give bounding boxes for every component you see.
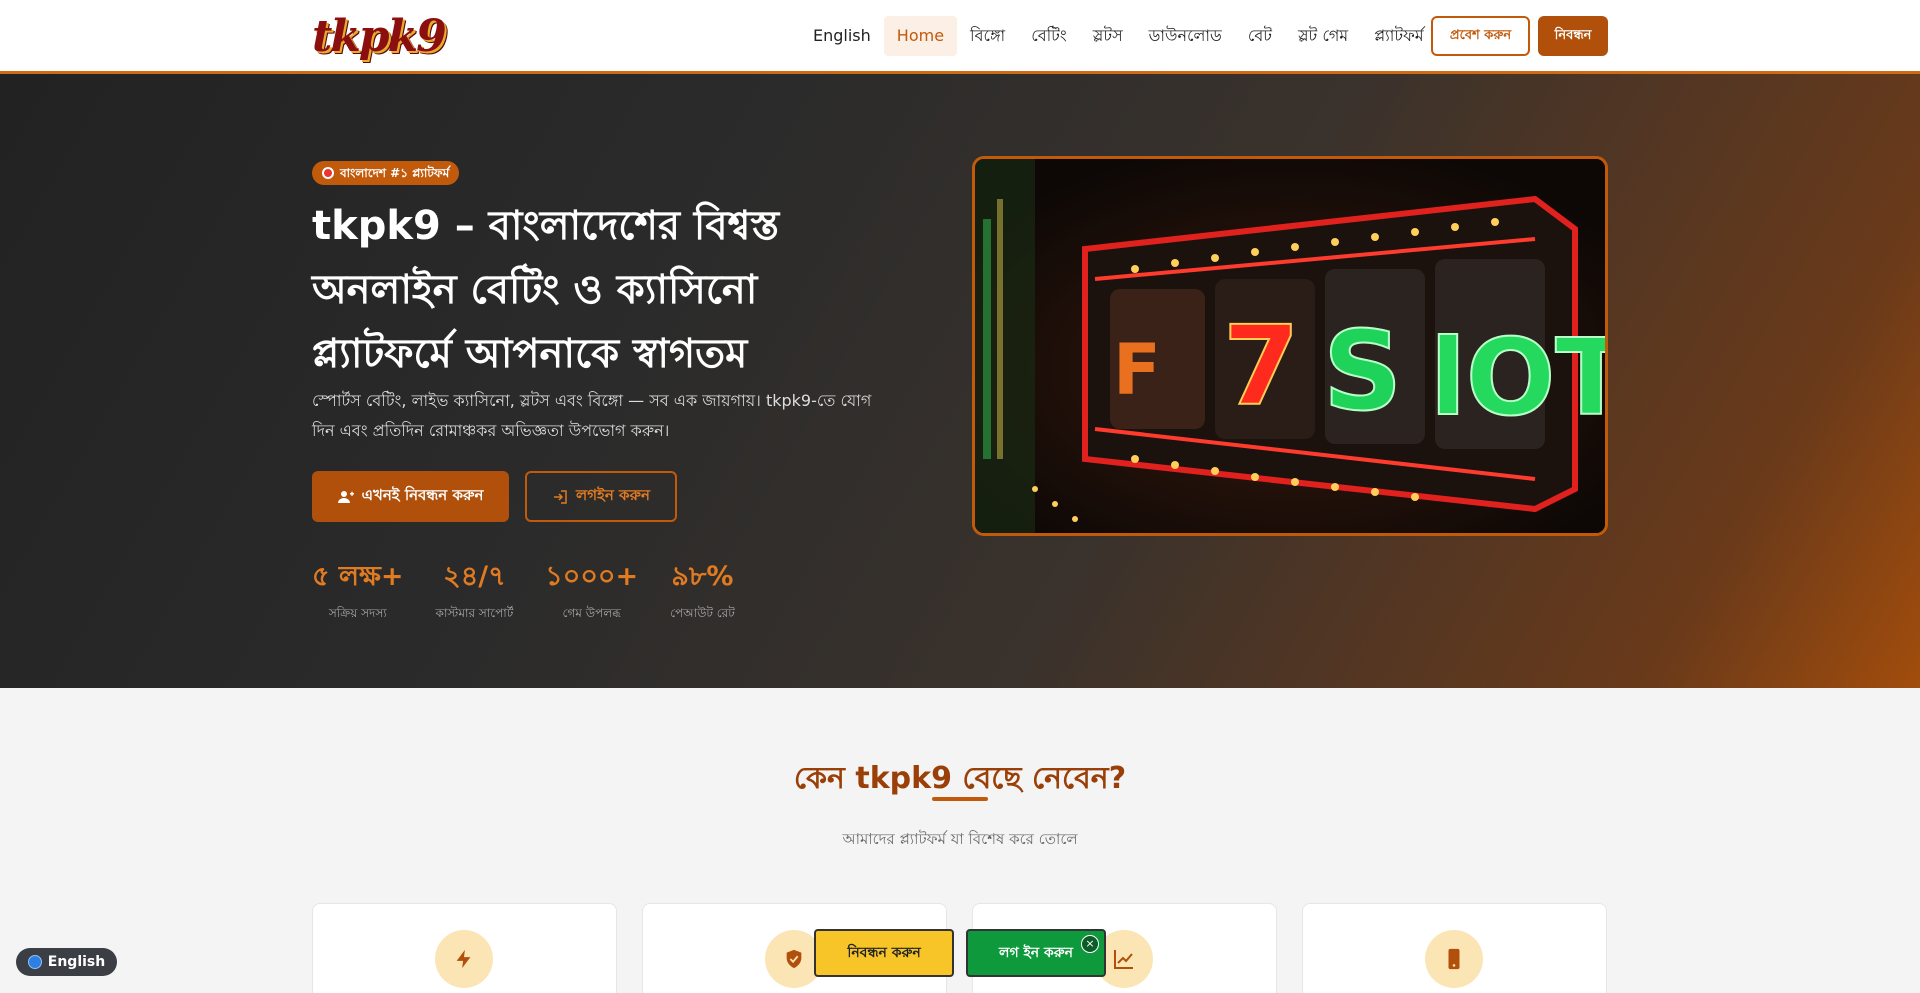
stat-games: ১০০০+ গেম উপলব্ধ bbox=[545, 559, 638, 625]
mobile-icon bbox=[1425, 930, 1483, 988]
nav-item-betting[interactable]: বেটিং bbox=[1018, 16, 1080, 56]
nav-item-slots[interactable]: স্লটস bbox=[1080, 16, 1136, 56]
stat-value: ২৪/৭ bbox=[443, 561, 506, 592]
stat-members: ৫ লক্ষ+ সক্রিয় সদস্য bbox=[312, 559, 404, 625]
hero-badge: বাংলাদেশ #১ প্ল্যাটফর্ম bbox=[312, 161, 460, 185]
nav-item-slot-game[interactable]: স্লট গেম bbox=[1285, 16, 1361, 56]
feature-card bbox=[312, 903, 617, 993]
section-subtitle: আমাদের প্ল্যাটফর্ম যা বিশেষ করে তোলে bbox=[842, 830, 1078, 848]
nav-item-english[interactable]: English bbox=[800, 16, 884, 56]
language-label: English bbox=[47, 954, 106, 970]
bolt-icon bbox=[435, 930, 493, 988]
nav-item-bingo[interactable]: বিঙ্গো bbox=[957, 16, 1018, 56]
flag-icon bbox=[322, 167, 334, 179]
nav-item-download[interactable]: ডাউনলোড bbox=[1136, 16, 1235, 56]
hero-section: বাংলাদেশ #১ প্ল্যাটফর্ম tkpk9 – বাংলাদেশ… bbox=[0, 74, 1920, 688]
globe-icon bbox=[27, 955, 42, 969]
hero-login-button[interactable]: লগইন করুন bbox=[525, 471, 677, 522]
stat-payout: ৯৮% পেআউট রেট bbox=[670, 559, 735, 625]
site-header: tkpk9 English Home বিঙ্গো বেটিং স্লটস ডা… bbox=[0, 0, 1920, 74]
logo-text: tkpk9 bbox=[312, 10, 447, 62]
hero-stats: ৫ লক্ষ+ সক্রিয় সদস্য ২৪/৭ কাস্টমার সাপো… bbox=[312, 559, 735, 625]
site-logo[interactable]: tkpk9 bbox=[312, 10, 447, 62]
stat-value: ১০০০+ bbox=[545, 561, 639, 592]
language-switcher[interactable]: English bbox=[16, 948, 117, 976]
slot-machine-image: F 7 S lOT bbox=[972, 156, 1608, 536]
stat-label: সক্রিয় সদস্য bbox=[328, 606, 387, 620]
stat-label: পেআউট রেট bbox=[670, 606, 735, 620]
header-register-button[interactable]: নিবন্ধন bbox=[1538, 16, 1608, 56]
close-icon[interactable]: × bbox=[1081, 935, 1099, 953]
hero-title: tkpk9 – বাংলাদেশের বিশ্বস্ত অনলাইন বেটিং… bbox=[312, 203, 780, 377]
image-text-seven: 7 bbox=[1223, 302, 1300, 430]
stat-label: কাস্টমার সাপোর্ট bbox=[435, 606, 514, 620]
user-plus-icon bbox=[337, 490, 354, 503]
stat-support: ২৪/৭ কাস্টমার সাপোর্ট bbox=[436, 559, 514, 625]
slot-machine-illustration: F 7 S lOT bbox=[975, 159, 1608, 533]
main-nav: English Home বিঙ্গো বেটিং স্লটস ডাউনলোড … bbox=[800, 16, 1437, 56]
stat-value: ৯৮% bbox=[671, 561, 734, 592]
section-underline bbox=[932, 797, 988, 801]
stat-value: ৫ লক্ষ+ bbox=[312, 561, 404, 592]
nav-item-bet[interactable]: বেট bbox=[1235, 16, 1285, 56]
svg-text:F: F bbox=[1113, 329, 1161, 411]
nav-item-platform[interactable]: প্ল্যাটফর্ম bbox=[1361, 16, 1437, 56]
hero-register-label: এখনই নিবন্ধন করুন bbox=[361, 486, 484, 504]
hero-login-label: লগইন করুন bbox=[576, 486, 650, 504]
hero-badge-label: বাংলাদেশ #১ প্ল্যাটফর্ম bbox=[340, 166, 450, 180]
header-login-button[interactable]: প্রবেশ করুন bbox=[1431, 16, 1530, 56]
floating-register-button[interactable]: নিবন্ধন করুন bbox=[814, 929, 954, 977]
svg-text:lOT: lOT bbox=[1430, 317, 1608, 439]
stat-label: গেম উপলব্ধ bbox=[562, 606, 621, 620]
login-icon bbox=[554, 489, 567, 504]
nav-item-home[interactable]: Home bbox=[883, 16, 958, 56]
hero-subtitle: স্পোর্টস বেটিং, লাইভ ক্যাসিনো, স্লটস এবং… bbox=[312, 391, 872, 440]
svg-text:S: S bbox=[1323, 307, 1402, 435]
hero-register-button[interactable]: এখনই নিবন্ধন করুন bbox=[312, 471, 509, 522]
feature-card bbox=[1302, 903, 1607, 993]
